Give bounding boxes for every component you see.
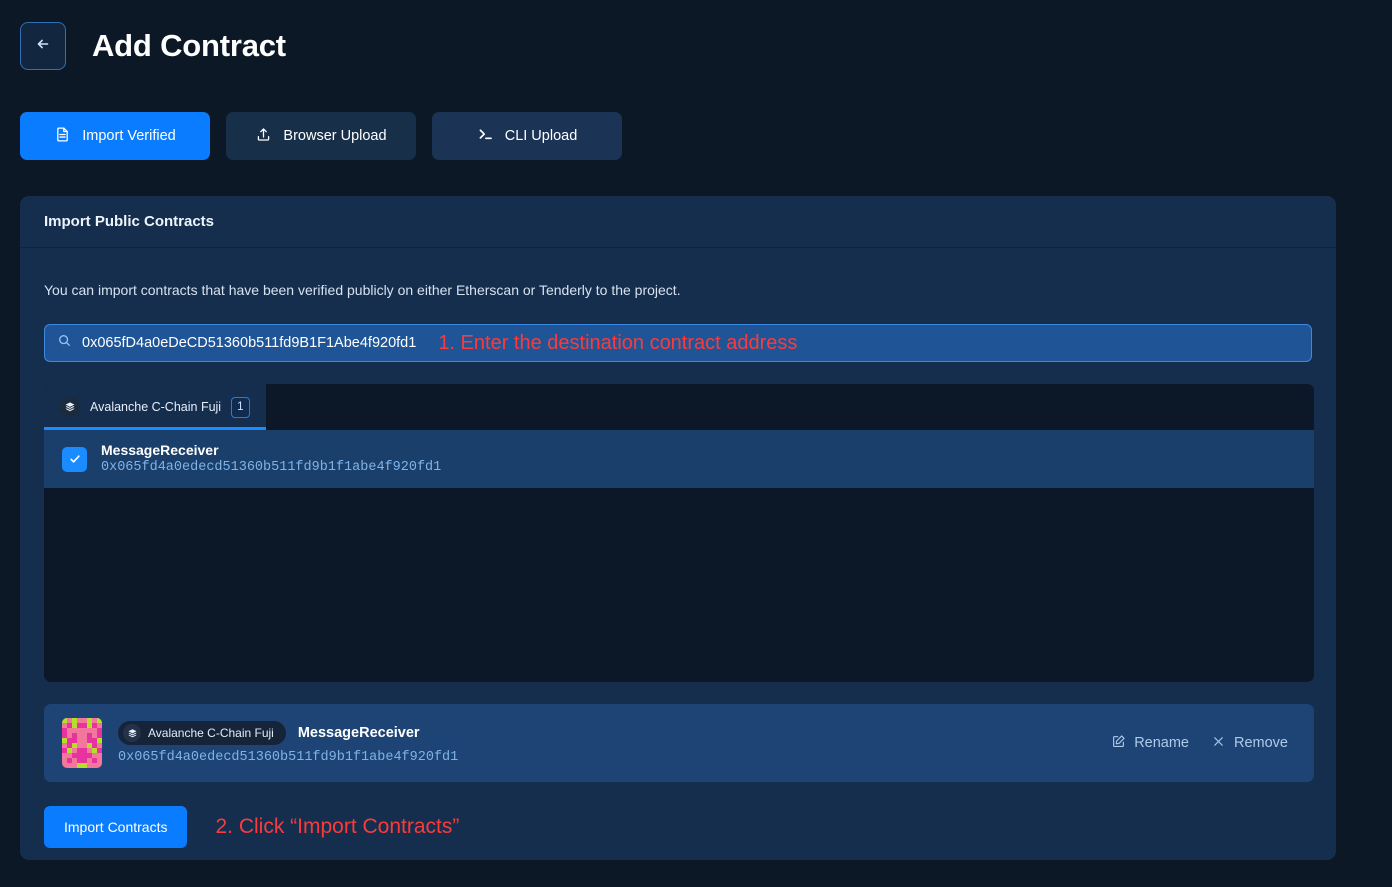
terminal-icon <box>477 126 494 147</box>
chain-tab-count-badge: 1 <box>231 397 249 418</box>
card-header: Import Public Contracts <box>20 196 1336 248</box>
chain-tab-label: Avalanche C-Chain Fuji <box>90 400 221 414</box>
close-icon <box>1211 734 1226 753</box>
tab-cli-upload-label: CLI Upload <box>505 128 578 144</box>
back-button[interactable] <box>20 22 66 70</box>
chain-tab-avalanche-c-chain-fuji[interactable]: Avalanche C-Chain Fuji 1 <box>44 384 266 430</box>
rename-label: Rename <box>1134 735 1189 751</box>
selected-contract-name: MessageReceiver <box>298 725 420 741</box>
card-body: You can import contracts that have been … <box>20 248 1336 848</box>
import-contracts-button[interactable]: Import Contracts <box>44 806 187 848</box>
card-description: You can import contracts that have been … <box>44 282 1312 298</box>
result-address: 0x065fd4a0edecd51360b511fd9b1f1abe4f920f… <box>101 459 441 477</box>
search-icon <box>57 333 72 353</box>
chain-pill: Avalanche C-Chain Fuji <box>118 721 286 745</box>
page-header: Add Contract <box>0 0 1392 70</box>
chain-tabbar: Avalanche C-Chain Fuji 1 <box>44 384 1314 430</box>
layers-icon <box>60 397 80 417</box>
selected-contract-card: Avalanche C-Chain Fuji MessageReceiver 0… <box>44 704 1314 782</box>
page-title: Add Contract <box>92 28 286 64</box>
tab-cli-upload[interactable]: CLI Upload <box>432 112 622 160</box>
selected-contract-actions: Rename Remove <box>1111 734 1296 753</box>
result-row[interactable]: MessageReceiver 0x065fd4a0edecd51360b511… <box>44 430 1314 488</box>
search-results-panel: Avalanche C-Chain Fuji 1 MessageReceiver… <box>44 384 1314 682</box>
layers-icon <box>123 724 141 742</box>
arrow-left-icon <box>34 35 52 58</box>
tab-import-verified-label: Import Verified <box>82 128 176 144</box>
tab-browser-upload[interactable]: Browser Upload <box>226 112 416 160</box>
remove-button[interactable]: Remove <box>1211 734 1288 753</box>
rename-button[interactable]: Rename <box>1111 734 1189 753</box>
card-title: Import Public Contracts <box>44 213 214 230</box>
card-footer: Import Contracts 2. Click “Import Contra… <box>44 806 1312 848</box>
identicon-avatar <box>62 718 102 768</box>
remove-label: Remove <box>1234 735 1288 751</box>
import-public-contracts-card: Import Public Contracts You can import c… <box>20 196 1336 860</box>
annotation-step-2: 2. Click “Import Contracts” <box>215 815 459 839</box>
pencil-square-icon <box>1111 734 1126 753</box>
search-input-value[interactable]: 0x065fD4a0eDeCD51360b511fd9B1F1Abe4f920f… <box>82 335 416 351</box>
result-name: MessageReceiver <box>101 442 441 459</box>
document-icon <box>54 126 71 147</box>
contract-address-search[interactable]: 0x065fD4a0eDeCD51360b511fd9B1F1Abe4f920f… <box>44 324 1312 362</box>
upload-icon <box>255 126 272 147</box>
annotation-step-1: 1. Enter the destination contract addres… <box>438 332 797 355</box>
result-checkbox[interactable] <box>62 447 87 472</box>
tab-import-verified[interactable]: Import Verified <box>20 112 210 160</box>
add-contract-page: Add Contract Import Verified Browser Upl… <box>0 0 1392 887</box>
tab-browser-upload-label: Browser Upload <box>283 128 386 144</box>
chain-pill-label: Avalanche C-Chain Fuji <box>148 726 274 740</box>
selected-contract-address: 0x065fd4a0edecd51360b511fd9b1f1abe4f920f… <box>118 750 1111 765</box>
upload-mode-tabs: Import Verified Browser Upload CLI Uploa… <box>0 70 1392 160</box>
